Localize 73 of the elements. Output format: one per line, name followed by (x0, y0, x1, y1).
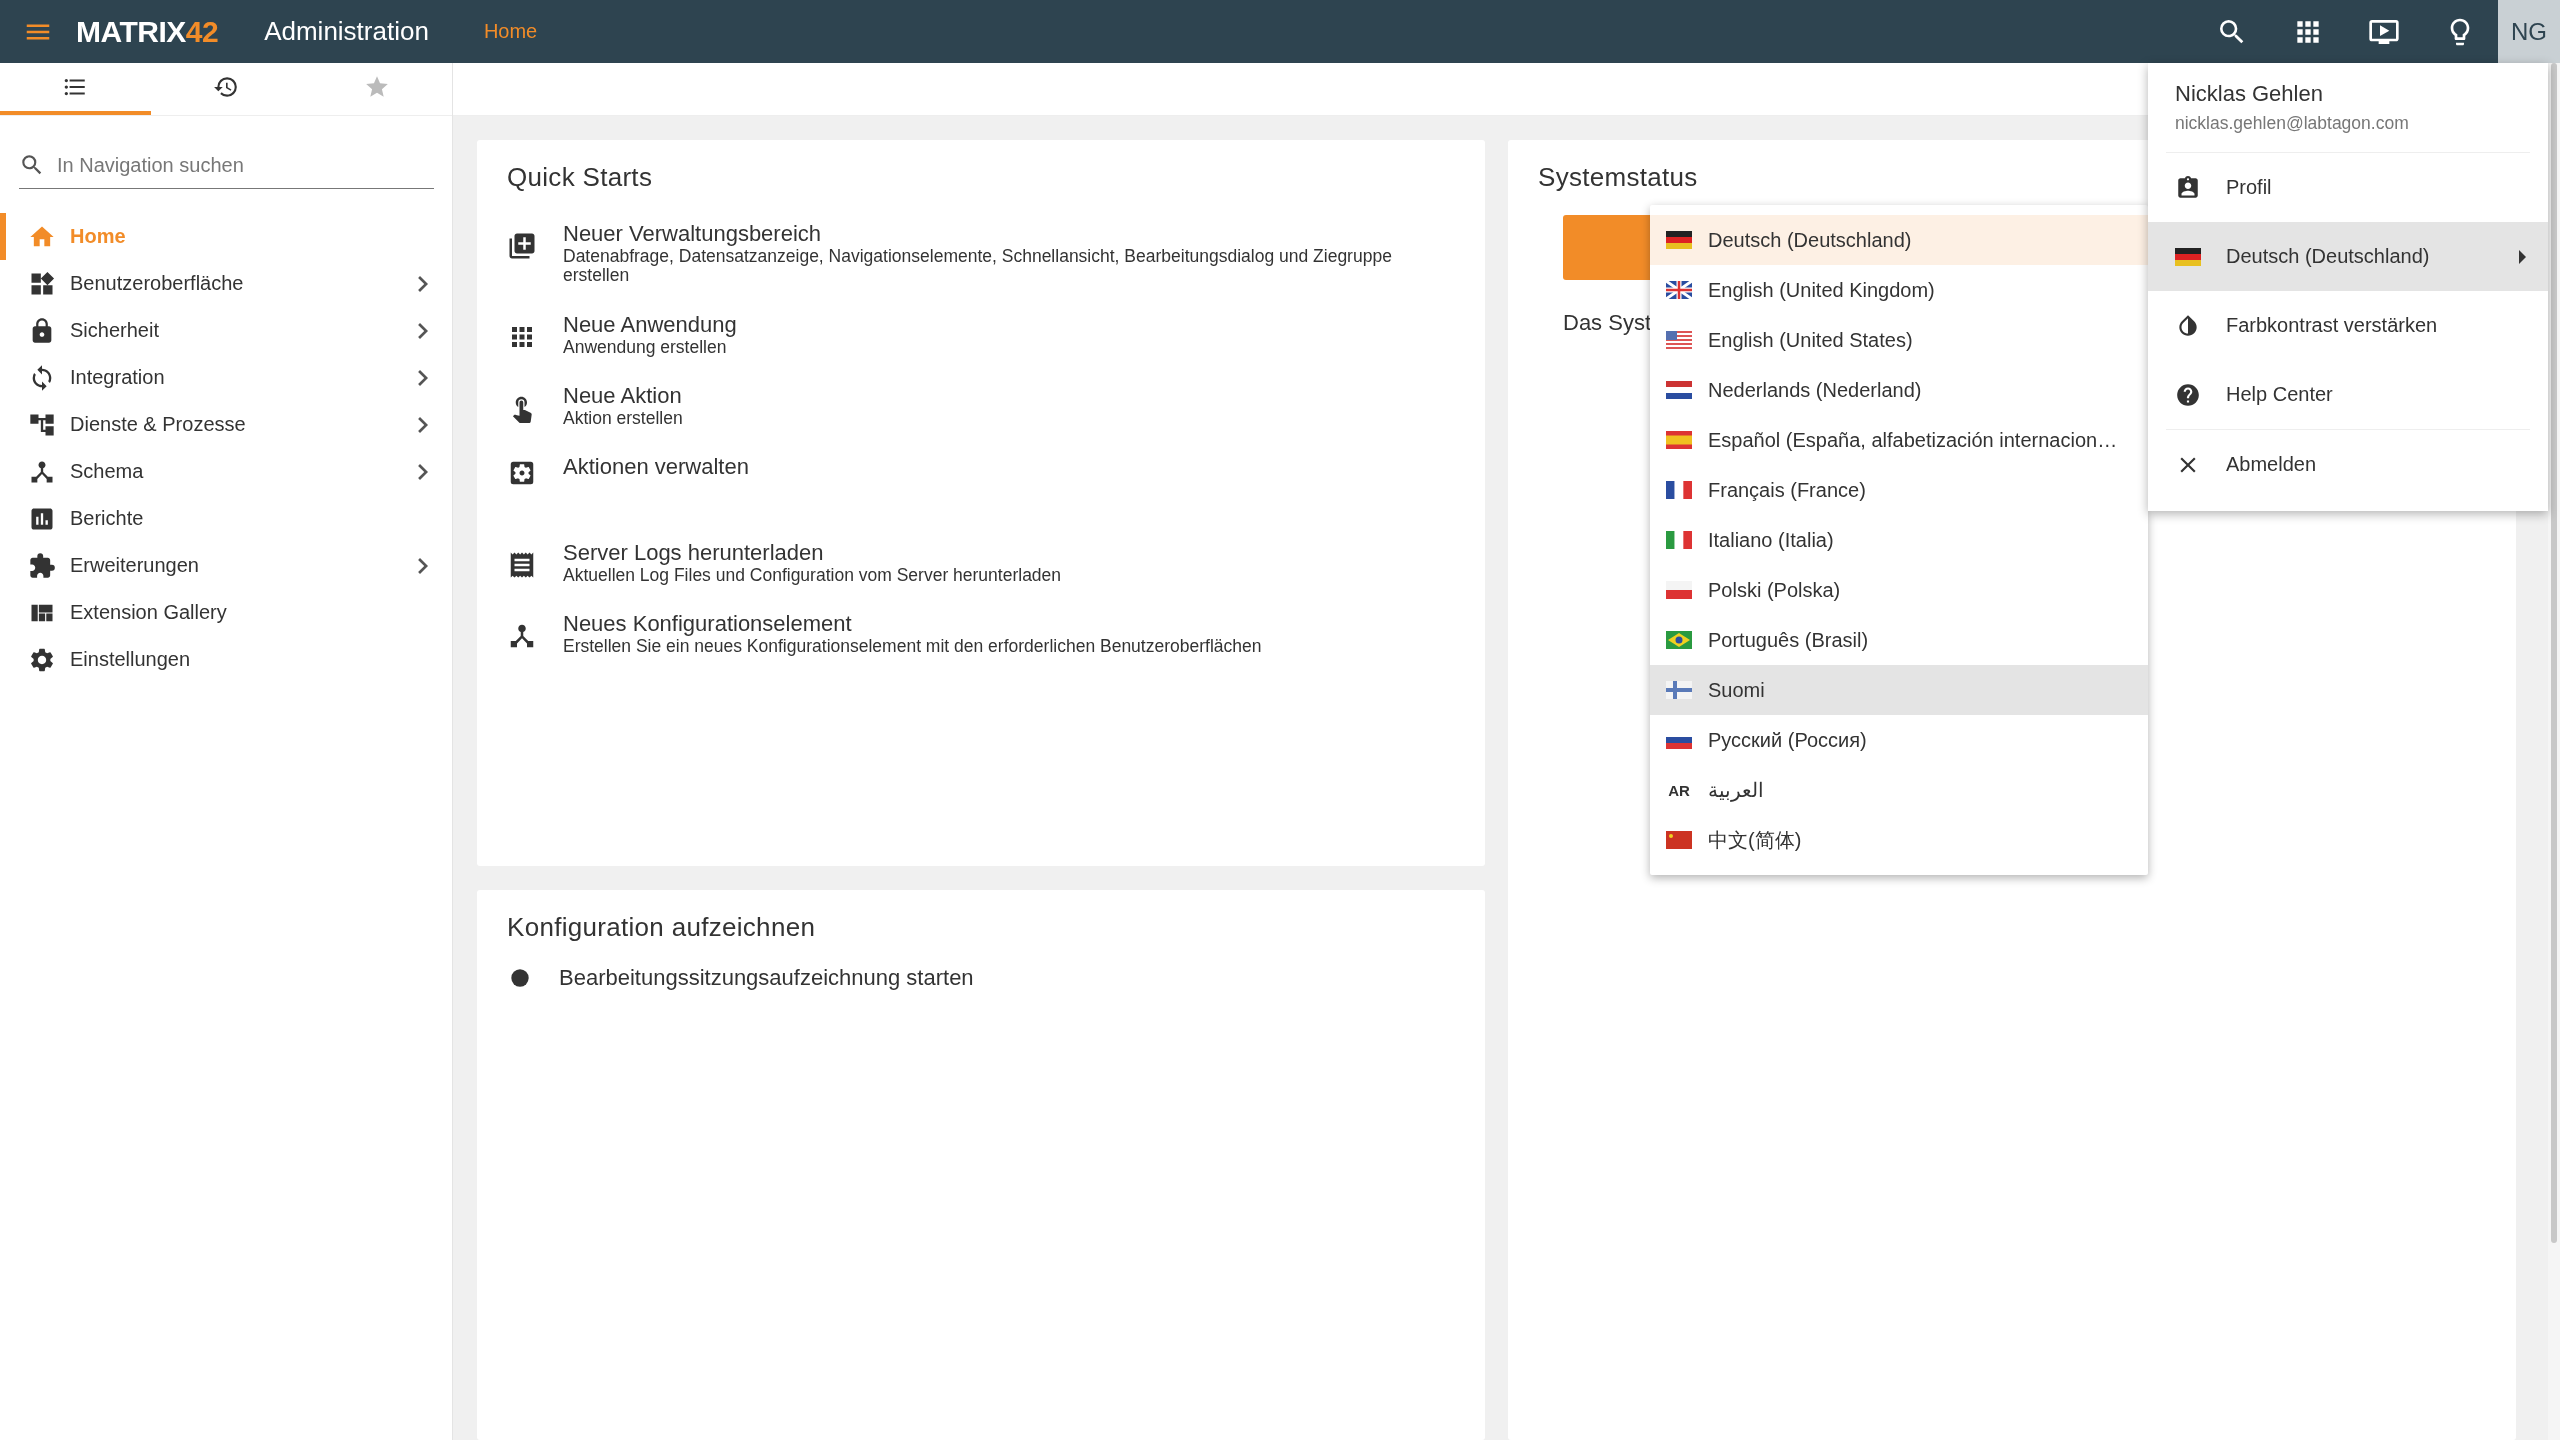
user-menu-item[interactable]: Abmelden (2148, 430, 2548, 499)
language-option[interactable]: Nederlands (Nederland) (1650, 365, 2148, 415)
item-description: Aktion erstellen (563, 408, 683, 428)
language-option[interactable]: Polski (Polska) (1650, 565, 2148, 615)
user-menu-item[interactable]: Deutsch (Deutschland) (2148, 222, 2548, 291)
language-option[interactable]: Italiano (Italia) (1650, 515, 2148, 565)
item-description: Aktuellen Log Files und Configuration vom Server herunterladen (563, 566, 1062, 586)
nav-item[interactable]: Berichte (0, 495, 452, 542)
flag-icon (1666, 281, 1692, 299)
user-menu-item[interactable]: Help Center (2148, 360, 2548, 429)
record-link[interactable]: Bearbeitungssitzungsaufzeichnung starten (507, 965, 1455, 991)
quick-start-item[interactable]: Neuer Verwaltungsbereich Datenabfrage, Datensatzanzeige, Navigationselemente, Schnellansicht, Bearbeitungsdialog und Ziegruppe erstellen (507, 215, 1455, 292)
nav-item[interactable]: Erweiterungen (0, 542, 452, 589)
nav-item[interactable]: Sicherheit (0, 307, 452, 354)
nav-item[interactable]: Einstellungen (0, 636, 452, 683)
profile-icon (2175, 174, 2201, 201)
language-option[interactable]: Español (España, alfabetización internacion… (1650, 415, 2148, 465)
user-menu-item[interactable]: Farbkontrast verstärken (2148, 291, 2548, 360)
flag-icon (1666, 531, 1692, 549)
breadcrumb-link[interactable]: Home (483, 20, 538, 43)
language-option[interactable]: English (United States) (1650, 315, 2148, 365)
help-icon (2175, 381, 2201, 408)
item-title: Neues Konfigurationselement (563, 611, 853, 638)
item-title: Neuer Verwaltungsbereich (563, 221, 823, 247)
item-title: Aktionen verwalten (563, 454, 749, 480)
item-title: Neue Aktion (563, 382, 683, 409)
nav-item[interactable]: Extension Gallery (0, 589, 452, 636)
card-title: Quick Starts (507, 162, 653, 193)
quick-start-item[interactable]: Neue Aktion Aktion erstellen (507, 376, 1455, 434)
item-description: Datenabfrage, Datensatzanzeige, Navigationselemente, Schnellansicht, Bearbeitungsdialog und Ziegruppe erstellen (563, 247, 1393, 286)
quick-start-item[interactable]: Neue Anwendung Anwendung erstellen (507, 305, 1455, 363)
logo: MATRIX42 (76, 14, 219, 49)
history-icon (213, 74, 239, 100)
nav-item[interactable]: Benutzeroberfläche (0, 260, 452, 307)
flag-icon (1666, 431, 1692, 449)
language-option[interactable]: Deutsch (Deutschland) (1650, 215, 2148, 265)
flag-icon (1666, 581, 1692, 599)
item-description: Anwendung erstellen (563, 337, 727, 357)
user-email: nicklas.gehlen@labtagon.com (2175, 113, 2410, 134)
app-title: Administration (264, 16, 429, 47)
nav-item[interactable]: Integration (0, 354, 452, 401)
language-option[interactable]: Português (Brasil) (1650, 615, 2148, 665)
card-title: Systemstatus (1538, 162, 1698, 193)
flag-icon (1666, 681, 1692, 699)
flag-icon (2175, 247, 2201, 266)
flag-icon (1666, 831, 1692, 849)
flag-icon (1666, 631, 1692, 649)
user-menu-item[interactable]: Profil (2148, 153, 2548, 222)
language-option[interactable]: Русский (Россия) (1650, 715, 2148, 765)
item-title: Server Logs herunterladen (563, 540, 825, 566)
quick-start-item[interactable]: Neues Konfigurationselement Erstellen Sie ein neues Konfigurationselement mit den erforderlichen Benutzeroberflächen (507, 605, 1455, 663)
flag-icon (1666, 231, 1692, 249)
card-title: Konfiguration aufzeichnen (507, 912, 816, 943)
language-option[interactable]: Français (France) (1650, 465, 2148, 515)
puzzle-icon (28, 551, 56, 580)
flag-icon (1666, 481, 1692, 499)
avatar-button[interactable]: NG (2498, 0, 2560, 63)
panel-add-icon (507, 231, 537, 261)
language-option[interactable]: English (United Kingdom) (1650, 265, 2148, 315)
nav-item[interactable]: Schema (0, 448, 452, 495)
quick-start-item[interactable]: Aktionen verwalten (507, 448, 1455, 520)
language-code: AR (1667, 781, 1691, 799)
status-text: Das Syst (1563, 310, 1652, 336)
user-name: Nicklas Gehlen (2175, 81, 2324, 107)
language-option[interactable]: Suomi (1650, 665, 2148, 715)
scrollbar[interactable] (2548, 63, 2560, 1440)
nav-item[interactable]: Dienste & Prozesse (0, 401, 452, 448)
quick-start-item[interactable]: Server Logs herunterladen Aktuellen Log Files und Configuration vom Server herunterladen (507, 534, 1455, 592)
item-title: Neue Anwendung (563, 311, 737, 338)
item-description: Erstellen Sie ein neues Konfigurationselement mit den erforderlichen Benutzeroberflächen (563, 637, 1262, 657)
flag-icon (1666, 331, 1692, 349)
language-option[interactable]: 中文(简体) (1650, 815, 2148, 865)
flag-icon (1666, 381, 1692, 399)
